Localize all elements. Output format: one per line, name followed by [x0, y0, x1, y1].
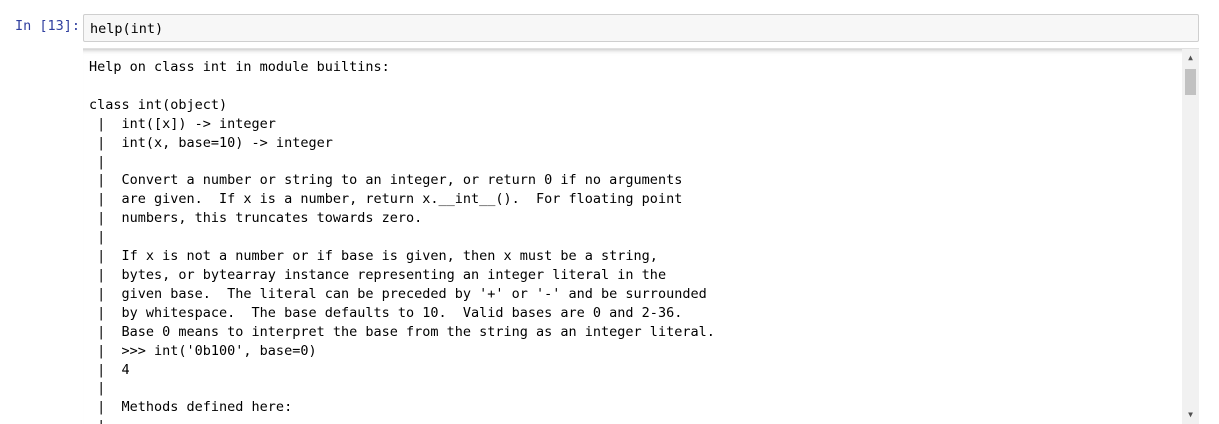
- code-input-text[interactable]: help(int): [90, 21, 163, 37]
- scroll-thumb[interactable]: [1185, 69, 1196, 95]
- notebook-code-cell: In [13]: help(int) Help on class int in …: [0, 0, 1219, 424]
- code-input-area[interactable]: help(int): [83, 14, 1199, 42]
- input-prompt: In [13]:: [14, 18, 80, 34]
- output-scrollbar[interactable]: ▲ ▼: [1182, 49, 1199, 424]
- output-area: Help on class int in module builtins: cl…: [83, 48, 1199, 424]
- scroll-down-arrow-icon[interactable]: ▼: [1182, 408, 1199, 422]
- scroll-up-arrow-icon[interactable]: ▲: [1182, 51, 1199, 65]
- help-output-text: Help on class int in module builtins: cl…: [89, 59, 715, 424]
